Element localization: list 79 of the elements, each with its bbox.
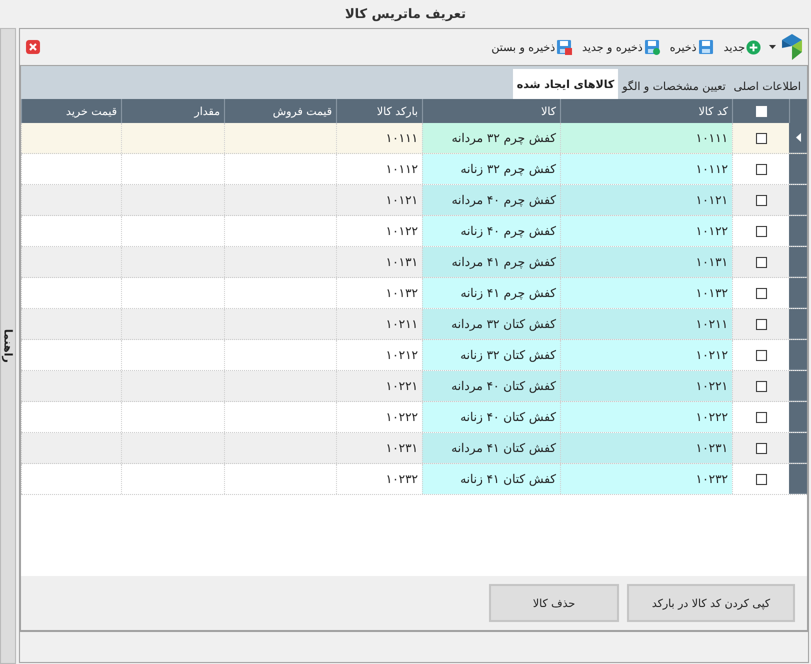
table-cell: ۱۰۱۱۱ — [560, 123, 732, 153]
row-checkbox[interactable] — [756, 164, 766, 174]
toolbar-button[interactable]: ذخیره — [668, 37, 716, 57]
table-cell: کفش چرم ۴۱ مردانه — [422, 247, 560, 277]
table-cell: ۱۰۲۳۱ — [560, 433, 732, 463]
action-button[interactable]: حذف کالا — [489, 584, 619, 622]
tab[interactable]: تعیین مشخصات و الگو — [618, 73, 730, 99]
table-cell: کفش چرم ۴۰ مردانه — [422, 185, 560, 215]
window-title: تعریف ماتریس کالا — [344, 6, 467, 24]
plus-icon — [746, 40, 761, 54]
select-all-checkbox[interactable] — [756, 106, 766, 116]
table-row[interactable]: ۱۰۱۳۱ کفش چرم ۴۱ مردانه ۱۰۱۳۱ — [21, 247, 807, 278]
row-checkbox[interactable] — [756, 194, 766, 206]
table-row[interactable]: ۱۰۲۳۲ کفش کتان ۴۱ زنانه ۱۰۲۳۲ — [21, 464, 807, 495]
tab[interactable]: اطلاعات اصلی — [730, 73, 805, 99]
table-cell: ۱۰۲۱۲ — [336, 340, 422, 370]
table-cell: کفش کتان ۴۱ مردانه — [422, 433, 560, 463]
table-cell: ۱۰۲۳۲ — [336, 464, 422, 494]
table-cell: ۱۰۲۱۱ — [560, 309, 732, 339]
side-tab[interactable]: راهنما — [0, 28, 16, 664]
table-cell: ۱۰۲۲۱ — [560, 371, 732, 401]
floppy-disk-close-icon — [556, 39, 572, 55]
toolbar-button[interactable]: ذخیره و بستن — [489, 37, 574, 57]
table-cell: ۱۰۲۳۱ — [336, 433, 422, 463]
table-row[interactable]: ۱۰۱۱۱ کفش چرم ۳۲ مردانه ۱۰۱۱۱ — [21, 123, 807, 154]
table-cell: ۱۰۱۲۱ — [336, 185, 422, 215]
table-row[interactable]: ۱۰۲۳۱ کفش کتان ۴۱ مردانه ۱۰۲۳۱ — [21, 433, 807, 464]
row-checkbox[interactable] — [756, 318, 766, 330]
table-cell: کفش چرم ۳۲ مردانه — [422, 123, 560, 153]
table-row[interactable]: ۱۰۲۱۱ کفش کتان ۳۲ مردانه ۱۰۲۱۱ — [21, 309, 807, 340]
table-row[interactable]: ۱۰۱۲۱ کفش چرم ۴۰ مردانه ۱۰۱۲۱ — [21, 185, 807, 216]
table-cell: ۱۰۲۱۲ — [560, 340, 732, 370]
table-cell: کفش کتان ۴۱ زنانه — [422, 464, 560, 494]
table-row[interactable]: ۱۰۱۱۲ کفش چرم ۳۲ زنانه ۱۰۱۱۲ — [21, 154, 807, 185]
row-checkbox[interactable] — [756, 256, 766, 268]
table-cell: کفش چرم ۴۰ زنانه — [422, 216, 560, 246]
table-cell: ۱۰۱۱۲ — [560, 154, 732, 184]
table-cell: کفش چرم ۴۱ زنانه — [422, 278, 560, 308]
floppy-disk-plus-icon — [644, 39, 660, 55]
table-cell: ۱۰۲۱۱ — [336, 309, 422, 339]
table-cell: کفش کتان ۳۲ مردانه — [422, 309, 560, 339]
table-row[interactable]: ۱۰۲۱۲ کفش کتان ۳۲ زنانه ۱۰۲۱۲ — [21, 340, 807, 371]
tab[interactable]: کالاهای ایجاد شده — [512, 69, 618, 99]
row-checkbox[interactable] — [756, 350, 766, 360]
logo-icon — [782, 34, 802, 60]
action-button[interactable]: کپی کردن کد کالا در بارکد — [627, 584, 795, 622]
table-cell: ۱۰۱۲۱ — [560, 185, 732, 215]
table-cell: کفش چرم ۳۲ زنانه — [422, 154, 560, 184]
table-cell: ۱۰۲۳۲ — [560, 464, 732, 494]
row-checkbox[interactable] — [756, 474, 766, 484]
table-cell: ۱۰۱۳۲ — [336, 278, 422, 308]
toolbar-button[interactable]: ذخیره و جدید — [580, 37, 662, 57]
close-icon[interactable] — [26, 40, 40, 54]
table-cell: ۱۰۲۲۱ — [336, 371, 422, 401]
table-row[interactable]: ۱۰۱۲۲ کفش چرم ۴۰ زنانه ۱۰۱۲۲ — [21, 216, 807, 247]
table-row[interactable]: ۱۰۱۳۲ کفش چرم ۴۱ زنانه ۱۰۱۳۲ — [21, 278, 807, 309]
table-cell: ۱۰۱۱۱ — [336, 123, 422, 153]
caret-icon[interactable] — [769, 45, 776, 49]
row-checkbox[interactable] — [756, 226, 766, 236]
table-cell: ۱۰۱۲۲ — [560, 216, 732, 246]
table-cell: ۱۰۱۳۱ — [336, 247, 422, 277]
table-cell: ۱۰۱۳۱ — [560, 247, 732, 277]
table-row[interactable]: ۱۰۲۲۱ کفش کتان ۴۰ مردانه ۱۰۲۲۱ — [21, 371, 807, 402]
table-cell: کفش کتان ۳۲ زنانه — [422, 340, 560, 370]
row-checkbox[interactable] — [756, 288, 766, 298]
row-checkbox[interactable] — [756, 412, 766, 422]
table-cell: ۱۰۱۲۲ — [336, 216, 422, 246]
table-cell: ۱۰۱۳۲ — [560, 278, 732, 308]
table-row[interactable]: ۱۰۲۲۲ کفش کتان ۴۰ زنانه ۱۰۲۲۲ — [21, 402, 807, 433]
table-cell: کفش کتان ۴۰ مردانه — [422, 371, 560, 401]
table-cell: ۱۰۱۱۲ — [336, 154, 422, 184]
toolbar-button[interactable]: جدید — [722, 38, 763, 56]
row-checkbox[interactable] — [756, 442, 766, 454]
row-checkbox[interactable] — [756, 132, 766, 144]
current-row-icon — [796, 133, 800, 142]
table-cell: ۱۰۲۲۲ — [336, 402, 422, 432]
row-checkbox[interactable] — [756, 380, 766, 392]
table-cell: کفش کتان ۴۰ زنانه — [422, 402, 560, 432]
table-cell: ۱۰۲۲۲ — [560, 402, 732, 432]
